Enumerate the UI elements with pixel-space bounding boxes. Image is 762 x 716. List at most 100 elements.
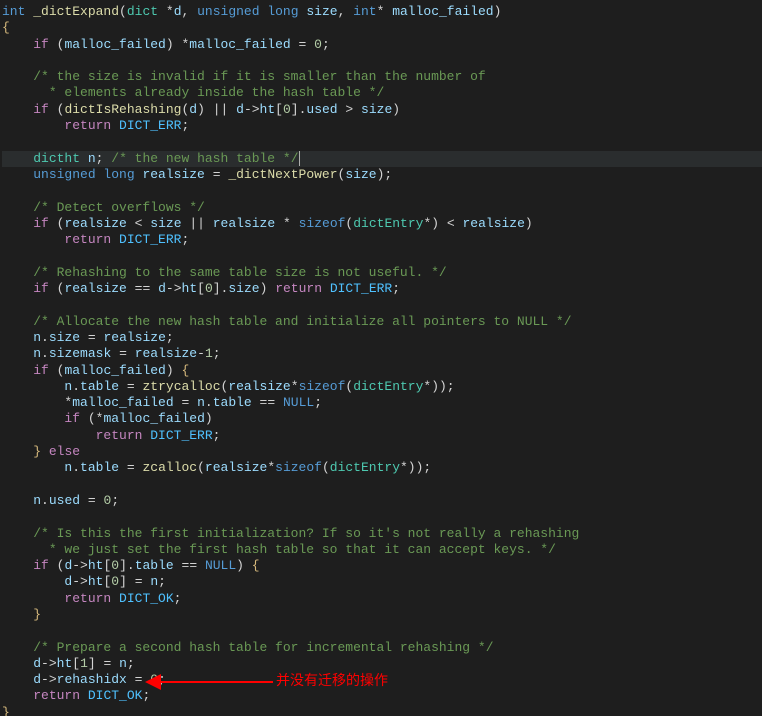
kw-if: if (33, 216, 49, 231)
var-rs: realsize (142, 167, 204, 182)
table: table (80, 379, 119, 394)
var-d: d (64, 558, 72, 573)
kw-return: return (96, 428, 143, 443)
kw-return: return (275, 281, 322, 296)
comment-l20: /* Allocate the new hash table and initi… (33, 314, 571, 329)
var-size: size (361, 102, 392, 117)
or: || (189, 216, 205, 231)
comment-l40: /* Prepare a second hash table for incre… (33, 640, 493, 655)
var-n: n (88, 151, 96, 166)
size: size (228, 281, 259, 296)
mac-ok: DICT_OK (119, 591, 174, 606)
star: * (283, 216, 291, 231)
var-n: n (33, 493, 41, 508)
rehashidx: rehashidx (57, 672, 127, 687)
num-0: 0 (111, 574, 119, 589)
text-cursor (299, 151, 300, 166)
var-d: d (33, 656, 41, 671)
num-0: 0 (150, 672, 158, 687)
num-0: 0 (111, 558, 119, 573)
type-de: dictEntry (353, 216, 423, 231)
ht: ht (182, 281, 198, 296)
eq: = (103, 656, 111, 671)
fn-ztc: ztrycalloc (143, 379, 221, 394)
ht: ht (88, 574, 104, 589)
num-0: 0 (104, 493, 112, 508)
kw-sizeof: sizeof (275, 460, 322, 475)
var-d2: d (236, 102, 244, 117)
ht: ht (260, 102, 276, 117)
op-or: || (213, 102, 229, 117)
star: * (291, 379, 299, 394)
kw-return: return (33, 688, 80, 703)
var-n: n (64, 460, 72, 475)
kw-if: if (33, 37, 49, 52)
var-n: n (150, 574, 158, 589)
gt: > (345, 102, 353, 117)
kw-ul: unsigned long (33, 167, 134, 182)
num-1: 1 (205, 346, 213, 361)
sizemask: sizemask (49, 346, 111, 361)
eq: = (88, 330, 96, 345)
comment-l6: * elements already inside the hash table… (2, 85, 384, 100)
var-n: n (197, 395, 205, 410)
comment-n: /* the new hash table */ (111, 151, 298, 166)
brace-open: { (2, 20, 10, 35)
param-d: d (174, 4, 182, 19)
var-d: d (158, 281, 166, 296)
eq: = (127, 460, 135, 475)
mac-ok: DICT_OK (88, 688, 143, 703)
var-mf: malloc_failed (72, 395, 173, 410)
mac-null: NULL (205, 558, 236, 573)
comment-l13: /* Detect overflows */ (33, 200, 205, 215)
var-mf: malloc_failed (64, 37, 165, 52)
eq: = (181, 395, 189, 410)
var-mf2: malloc_failed (189, 37, 290, 52)
fn-dnp: _dictNextPower (228, 167, 337, 182)
var-d: d (189, 102, 197, 117)
kw-if: if (64, 411, 80, 426)
var-rs: realsize (104, 330, 166, 345)
brace-close: } (2, 705, 10, 716)
var-rs3: realsize (462, 216, 524, 231)
eq: = (119, 346, 127, 361)
var-n: n (119, 656, 127, 671)
type-dictht: dictht (33, 151, 80, 166)
var-mf: malloc_failed (103, 411, 204, 426)
type-de: dictEntry (353, 379, 423, 394)
comment-l17: /* Rehashing to the same table size is n… (33, 265, 446, 280)
highlighted-line: dictht n; /* the new hash table */ (2, 151, 762, 167)
eq: = (127, 379, 135, 394)
var-size: size (345, 167, 376, 182)
table: table (213, 395, 252, 410)
eq: == (182, 558, 198, 573)
kw-if: if (33, 558, 49, 573)
num-0: 0 (283, 102, 291, 117)
mac-err: DICT_ERR (119, 232, 181, 247)
kw-sizeof: sizeof (299, 379, 346, 394)
var-n: n (64, 379, 72, 394)
star: * (267, 460, 275, 475)
code-block: int _dictExpand(dict *d, unsigned long s… (0, 0, 762, 716)
kw-return: return (64, 232, 111, 247)
used: used (49, 493, 80, 508)
kw-ul: unsigned long (197, 4, 298, 19)
table: table (80, 460, 119, 475)
num-1: 1 (80, 656, 88, 671)
ht: ht (88, 558, 104, 573)
lt2: < (447, 216, 455, 231)
var-rs: realsize (228, 379, 290, 394)
fn-dir: dictIsRehashing (64, 102, 181, 117)
eq: = (213, 167, 221, 182)
param-size: size (306, 4, 337, 19)
table: table (135, 558, 174, 573)
kw-if: if (33, 363, 49, 378)
comment-l5: /* the size is invalid if it is smaller … (33, 69, 485, 84)
kw-return: return (64, 118, 111, 133)
eq: == (135, 281, 151, 296)
var-rs: realsize (64, 281, 126, 296)
type-dict: dict (127, 4, 158, 19)
var-d: d (33, 672, 41, 687)
kw-return: return (64, 591, 111, 606)
ht: ht (57, 656, 73, 671)
